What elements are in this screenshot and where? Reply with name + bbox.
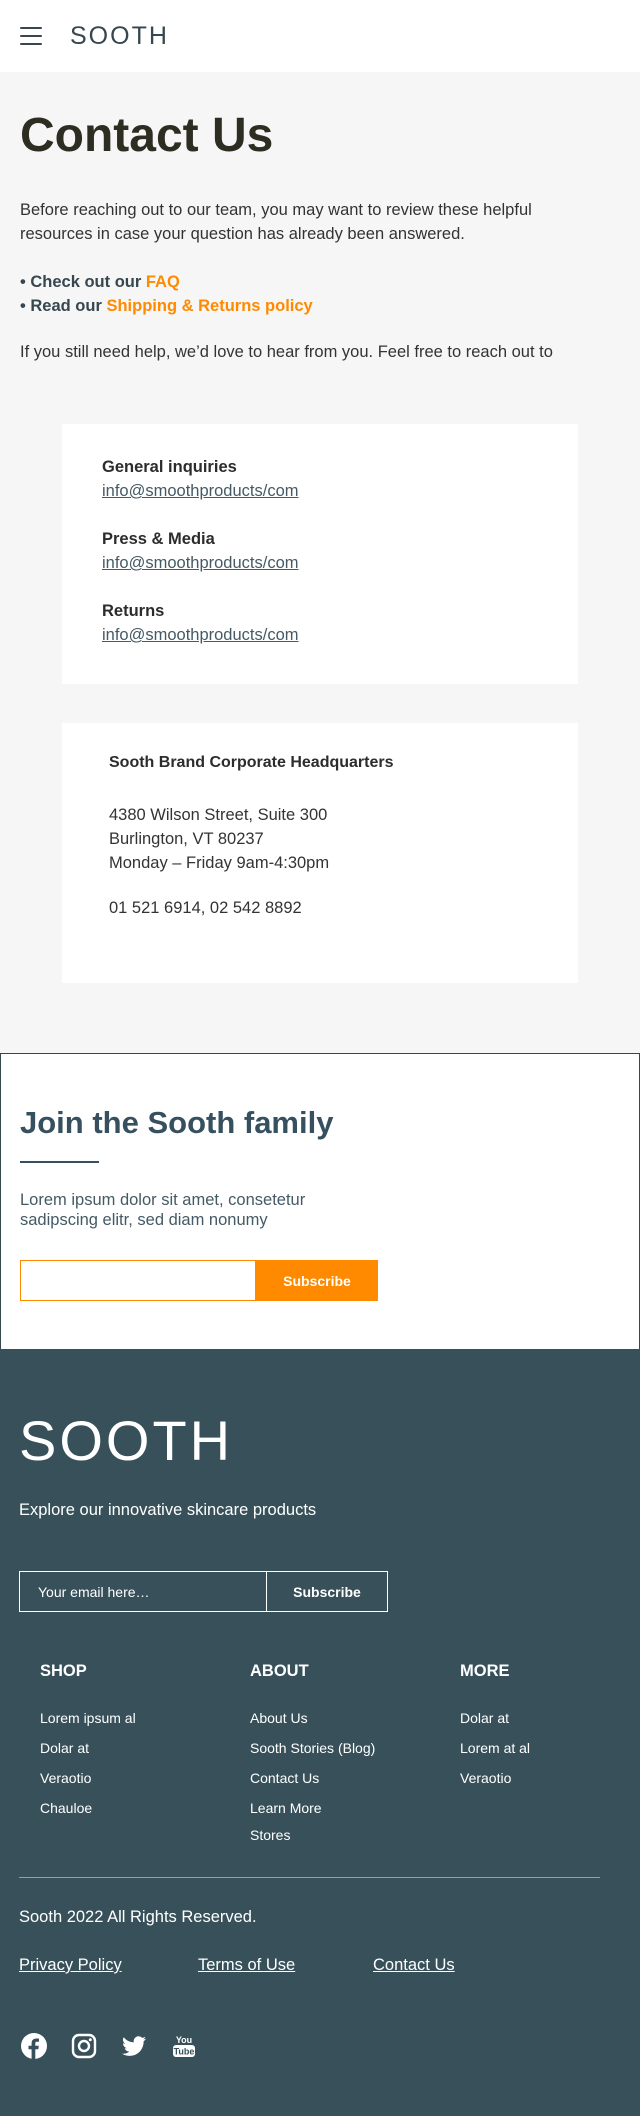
footer-link[interactable]: Lorem at al xyxy=(460,1733,530,1763)
inquiry-email-link[interactable]: info@smoothproducts/com xyxy=(102,623,299,647)
footer-column-heading: MORE xyxy=(460,1662,510,1680)
page-title: Contact Us xyxy=(20,109,274,162)
inquiry-email-link[interactable]: info@smoothproducts/com xyxy=(102,551,299,575)
footer-email-input[interactable]: Your email here… xyxy=(19,1571,267,1612)
faq-bullet-prefix: • Check out our xyxy=(20,273,146,291)
footer-link[interactable]: Veraotio xyxy=(40,1763,136,1793)
footer-brand[interactable]: SOOTH xyxy=(19,1408,233,1473)
hq-address: 4380 Wilson Street, Suite 300 Burlington… xyxy=(109,803,329,875)
returns-bullet-prefix: • Read our xyxy=(20,297,107,315)
inquiry-label: General inquiries xyxy=(102,458,237,476)
hq-hours: Monday – Friday 9am-4:30pm xyxy=(109,854,330,872)
footer-subscribe-button[interactable]: Subscribe xyxy=(266,1571,388,1612)
inquiry-press: Press & Media info@smoothproducts/com xyxy=(102,527,299,575)
headquarters-card: Sooth Brand Corporate Headquarters 4380 … xyxy=(62,723,578,983)
footer-copyright: Sooth 2022 All Rights Reserved. xyxy=(19,1908,257,1926)
shipping-returns-link[interactable]: Shipping & Returns policy xyxy=(106,297,312,315)
returns-bullet: • Read our Shipping & Returns policy xyxy=(20,294,313,318)
newsletter-section: Join the Sooth family Lorem ipsum dolor … xyxy=(0,1053,640,1350)
footer-link[interactable]: Lorem ipsum al xyxy=(40,1703,136,1733)
svg-text:Tube: Tube xyxy=(174,2047,195,2057)
privacy-policy-link[interactable]: Privacy Policy xyxy=(19,1956,122,1975)
footer-column-shop: SHOP Lorem ipsum al Dolar at Veraotio Ch… xyxy=(40,1661,136,1823)
footer-link[interactable]: Chauloe xyxy=(40,1793,136,1823)
help-resources: • Check out our FAQ • Read our Shipping … xyxy=(20,270,313,318)
footer-link[interactable]: Dolar at xyxy=(40,1733,136,1763)
footer-divider xyxy=(19,1877,600,1878)
footer-link[interactable]: Dolar at xyxy=(460,1703,530,1733)
footer-column-more: MORE Dolar at Lorem at al Veraotio xyxy=(460,1661,530,1793)
inquiry-returns: Returns info@smoothproducts/com xyxy=(102,599,299,647)
terms-of-use-link[interactable]: Terms of Use xyxy=(198,1956,295,1975)
footer-link[interactable]: Sooth Stories (Blog) xyxy=(250,1733,375,1763)
intro-paragraph: Before reaching out to our team, you may… xyxy=(20,201,532,243)
footer-link[interactable]: Veraotio xyxy=(460,1763,530,1793)
newsletter-divider xyxy=(20,1161,99,1163)
twitter-icon[interactable] xyxy=(121,2033,147,2059)
inquiry-label: Returns xyxy=(102,602,165,620)
inquiries-card: General inquiries info@smoothproducts/co… xyxy=(62,424,578,684)
site-header: SOOTH xyxy=(0,0,640,72)
newsletter-title: Join the Sooth family xyxy=(20,1105,334,1140)
hq-title: Sooth Brand Corporate Headquarters xyxy=(109,754,394,771)
instagram-icon[interactable] xyxy=(71,2033,97,2059)
footer-column-heading: SHOP xyxy=(40,1662,87,1680)
inquiry-label: Press & Media xyxy=(102,530,215,548)
hq-city: Burlington, VT 80237 xyxy=(109,830,264,848)
newsletter-text: Lorem ipsum dolor sit amet, consetetur s… xyxy=(20,1191,306,1229)
brand-logo[interactable]: SOOTH xyxy=(70,22,169,51)
inquiry-general: General inquiries info@smoothproducts/co… xyxy=(102,455,299,503)
footer-column-heading: ABOUT xyxy=(250,1662,309,1680)
footer-contact-link[interactable]: Contact Us xyxy=(373,1956,455,1975)
faq-link[interactable]: FAQ xyxy=(146,273,180,291)
facebook-icon[interactable] xyxy=(21,2033,47,2059)
hq-street: 4380 Wilson Street, Suite 300 xyxy=(109,806,328,824)
footer-link[interactable]: Learn More xyxy=(250,1793,375,1823)
still-need-help-text: If you still need help, we’d love to hea… xyxy=(20,343,553,361)
site-footer: SOOTH Explore our innovative skincare pr… xyxy=(0,1349,640,2116)
footer-link[interactable]: Contact Us xyxy=(250,1763,375,1793)
footer-tagline: Explore our innovative skincare products xyxy=(19,1501,317,1519)
newsletter-subscribe-button[interactable]: Subscribe xyxy=(256,1260,378,1301)
faq-bullet: • Check out our FAQ xyxy=(20,270,313,294)
inquiry-email-link[interactable]: info@smoothproducts/com xyxy=(102,479,299,503)
menu-icon[interactable] xyxy=(20,27,42,45)
youtube-icon[interactable]: You Tube xyxy=(171,2033,197,2059)
footer-column-about: ABOUT About Us Sooth Stories (Blog) Cont… xyxy=(250,1661,375,1847)
hq-phones: 01 521 6914, 02 542 8892 xyxy=(109,899,302,917)
newsletter-email-input[interactable] xyxy=(20,1260,256,1301)
svg-text:You: You xyxy=(176,2035,192,2045)
footer-link[interactable]: About Us xyxy=(250,1703,375,1733)
footer-link[interactable]: Stores xyxy=(250,1823,375,1847)
